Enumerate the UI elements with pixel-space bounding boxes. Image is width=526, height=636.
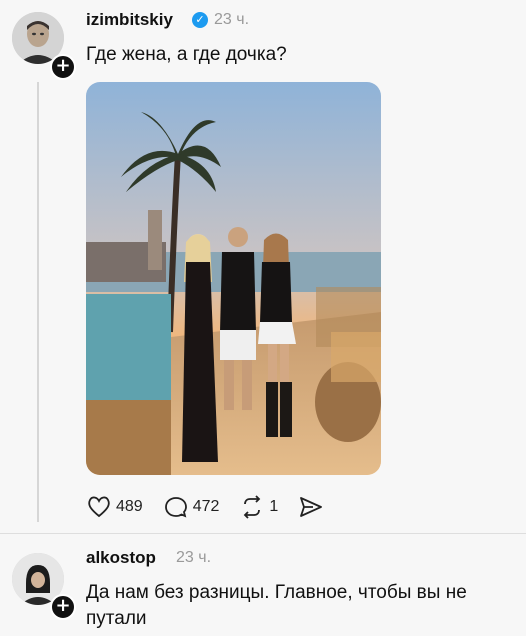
thread-line — [37, 82, 39, 522]
send-icon — [300, 497, 323, 517]
reply-text-line-1: Да нам без разницы. Главное, чтобы вы не — [86, 582, 467, 603]
post-text: Где жена, а где дочка? — [86, 44, 287, 65]
heart-icon — [88, 496, 110, 518]
comment-button[interactable]: 472 — [163, 495, 220, 519]
comment-icon — [164, 497, 187, 518]
repost-count: 1 — [269, 498, 279, 515]
author-username[interactable]: izimbitskiy — [86, 10, 173, 30]
main-post: + izimbitskiy ✓ 23 ч. Где жена, а где до… — [0, 0, 526, 530]
post-timestamp: 23 ч. — [214, 11, 250, 28]
reply-username[interactable]: alkostop — [86, 548, 156, 568]
photo-image — [86, 82, 381, 475]
verified-icon: ✓ — [192, 12, 208, 28]
post-photo[interactable] — [86, 82, 381, 475]
comment-count: 472 — [192, 498, 220, 515]
reply-timestamp: 23 ч. — [176, 549, 212, 566]
divider — [0, 533, 526, 534]
follow-plus-icon[interactable]: + — [50, 54, 76, 80]
like-button[interactable]: 489 — [86, 495, 143, 519]
repost-button[interactable]: 1 — [239, 495, 278, 519]
share-button[interactable] — [298, 495, 328, 519]
post-actions: 489 472 1 — [86, 493, 348, 521]
reply-text-line-2: путали — [86, 608, 147, 629]
follow-plus-icon[interactable]: + — [50, 594, 76, 620]
repost-icon — [244, 495, 261, 519]
like-count: 489 — [116, 498, 143, 515]
